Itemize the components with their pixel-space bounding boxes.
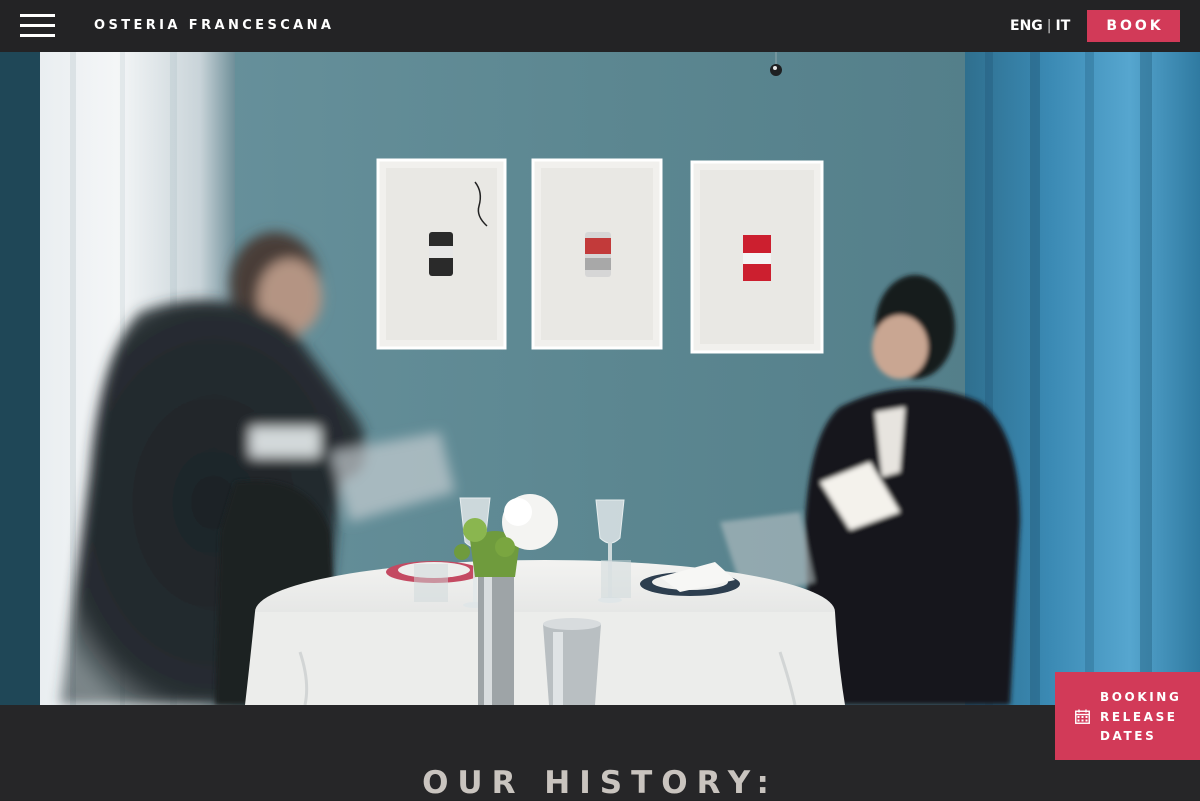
calendar-icon [1075,709,1090,724]
hamburger-line [20,34,55,37]
language-switcher: ENG | IT [1010,18,1070,34]
restaurant-dining-room-photo [0,52,1200,705]
history-section: OUR HISTORY: [0,705,1200,800]
release-line: BOOKING [1100,690,1182,704]
artwork-frame [376,158,507,350]
brand-logo[interactable]: OSTERIA FRANCESCANA [94,19,334,33]
booking-release-dates-label: BOOKING RELEASE DATES [1100,688,1181,747]
release-line: RELEASE [1100,709,1178,724]
language-separator: | [1046,18,1052,34]
artwork-frame [690,160,824,354]
hero-image [0,52,1200,705]
language-link-it[interactable]: IT [1056,18,1071,34]
release-line: DATES [1100,729,1157,743]
booking-release-dates-button[interactable]: BOOKING RELEASE DATES [1055,672,1200,760]
site-header: OSTERIA FRANCESCANA ENG | IT BOOK [0,0,1200,52]
silver-cup [543,618,601,705]
hamburger-menu-icon[interactable] [20,14,55,38]
hamburger-line [20,24,55,27]
hamburger-line [20,14,55,17]
book-button[interactable]: BOOK [1087,10,1180,42]
language-link-eng[interactable]: ENG [1010,18,1043,34]
history-title: OUR HISTORY: [422,765,778,801]
artwork-frame [531,158,663,350]
